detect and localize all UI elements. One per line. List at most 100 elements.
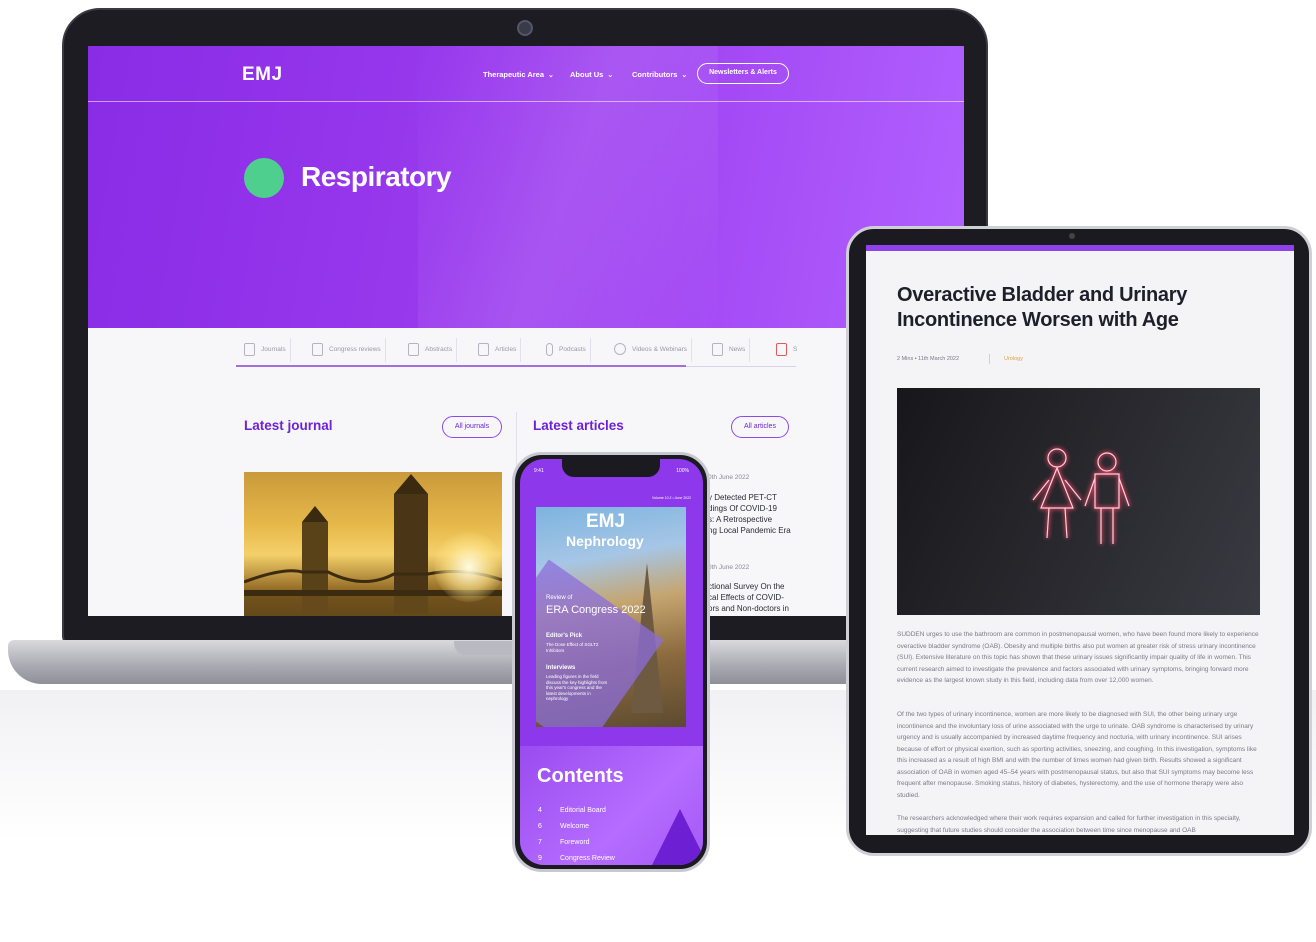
tab-divider (456, 338, 458, 362)
tab-divider (384, 338, 386, 362)
tab-divider (520, 338, 522, 362)
tab-divider (289, 338, 291, 362)
article-paragraph-2: Of the two types of urinary incontinence… (897, 711, 1257, 799)
content-tabs: Journals Congress reviews Abstracts Arti… (236, 334, 797, 366)
nav-contributors[interactable]: Contributors ⌄ (632, 70, 687, 79)
pdf-icon (776, 342, 787, 356)
scales-icon (312, 342, 323, 356)
latest-articles-heading: Latest articles (533, 418, 624, 433)
article-title-line: ctional Survey On the (708, 582, 785, 591)
article-meta: 2 Mins • 11th March 2022 (897, 356, 960, 362)
article-hero-image (897, 388, 1260, 615)
tab-label: Videos & Webinars (632, 345, 688, 353)
article-title-line: cal Effects of COVID- (708, 593, 784, 602)
chevron-down-icon: ⌄ (548, 72, 554, 79)
sun-glow (434, 532, 502, 602)
nav-about-us[interactable]: About Us ⌄ (570, 70, 613, 79)
nav-label: About Us (570, 70, 604, 79)
nav-therapeutic-area[interactable]: Therapeutic Area ⌄ (483, 70, 554, 79)
tab-news[interactable]: News (712, 334, 751, 364)
interviews-text: Leading figures in the field discuss the… (546, 674, 608, 701)
cover-logo: EMJ (586, 511, 626, 532)
tab-videos-webinars[interactable]: Videos & Webinars (614, 334, 693, 364)
latest-journal-heading: Latest journal (244, 418, 333, 433)
toc-page-number: 9 (538, 855, 542, 862)
tab-label: Journals (261, 345, 286, 353)
interviews-heading: Interviews (546, 665, 576, 671)
contents-heading: Contents (537, 765, 624, 787)
tablet-screen: Overactive Bladder and Urinary Incontine… (866, 245, 1294, 835)
tab-label: S (793, 345, 798, 353)
page-title: Respiratory (301, 161, 452, 192)
emj-logo[interactable]: EMJ (242, 64, 283, 86)
editors-pick-heading: Editor's Pick (546, 633, 583, 639)
journal-cover[interactable]: EMJ Nephrology Review of ERA Congress 20… (536, 507, 686, 727)
all-journals-button[interactable]: All journals (442, 416, 502, 438)
topic-color-dot (244, 158, 284, 198)
microphone-icon (546, 342, 553, 356)
article-icon (478, 342, 489, 356)
tab-label: Congress reviews (329, 345, 381, 353)
newsletters-alerts-button[interactable]: Newsletters & Alerts (697, 63, 789, 84)
tablet-camera (1069, 233, 1075, 239)
laptop-camera (517, 20, 533, 36)
meta-divider (989, 354, 990, 364)
article-title-line: ng Local Pandemic Era (708, 526, 791, 535)
article-date: 0th June 2022 (708, 474, 750, 481)
tab-podcasts[interactable]: Podcasts (546, 334, 591, 364)
status-battery: 100% (676, 468, 689, 474)
neon-restroom-sign-illustration (1031, 447, 1131, 544)
article-title: Overactive Bladder and Urinary Incontine… (897, 284, 1188, 331)
nav-label: Contributors (632, 70, 678, 79)
toc-item-welcome[interactable]: Welcome (560, 823, 589, 830)
toc-item-editorial-board[interactable]: Editorial Board (560, 807, 606, 814)
tab-label: Abstracts (425, 345, 453, 353)
article-category-tag[interactable]: Urology (1004, 356, 1023, 362)
article-title-1[interactable]: y Detected PET-CT dings Of COVID-19 s: A… (708, 492, 791, 536)
tab-divider (589, 338, 591, 362)
toc-item-congress-review[interactable]: Congress Review (560, 855, 615, 862)
chevron-down-icon: ⌄ (607, 72, 614, 79)
contents-decoration (650, 809, 703, 865)
toc-page-number: 4 (538, 807, 542, 814)
status-time: 9:41 (534, 468, 544, 474)
journal-icon (244, 342, 255, 356)
journal-cover-image[interactable] (244, 472, 502, 616)
nav-divider (88, 101, 964, 102)
tablet-top-bar (866, 245, 1294, 251)
nav-label: Therapeutic Area (483, 70, 544, 79)
cover-congress-name: ERA Congress 2022 (546, 604, 646, 616)
article-date: 0th June 2022 (708, 564, 750, 571)
play-icon (614, 343, 626, 355)
chevron-down-icon: ⌄ (681, 72, 688, 79)
tab-divider (691, 338, 693, 362)
tab-more[interactable]: S (776, 334, 797, 364)
tab-label: News (729, 345, 746, 353)
lightbulb-icon (408, 342, 419, 356)
tab-journals[interactable]: Journals (244, 334, 291, 364)
toc-page-number: 7 (538, 839, 542, 846)
cover-subtitle: Nephrology (566, 533, 644, 549)
tab-articles[interactable]: Articles (478, 334, 522, 364)
phone-screen: 9:41 100% Volume 10.2 • June 2022 EMJ Ne… (520, 459, 703, 865)
article-title-line: ors and Non-doctors in (708, 604, 789, 613)
all-articles-button[interactable]: All articles (731, 416, 789, 438)
article-paragraph-3: The researchers acknowledged where their… (897, 815, 1241, 834)
tab-label: Articles (495, 345, 517, 353)
hero-banner: EMJ Therapeutic Area ⌄ About Us ⌄ Contribu… (88, 46, 964, 328)
phone-notch (562, 459, 660, 477)
tab-congress-reviews[interactable]: Congress reviews (312, 334, 386, 364)
tab-divider (749, 338, 751, 362)
cover-volume-meta: Volume 10.2 • June 2022 (652, 496, 691, 500)
toc-item-foreword[interactable]: Foreword (560, 839, 590, 846)
tabbar-active-indicator (236, 365, 686, 367)
editors-pick-text: The Dose Effect of SGLT2 Inhibitors (546, 642, 599, 653)
tab-abstracts[interactable]: Abstracts (408, 334, 458, 364)
toc-page-number: 6 (538, 823, 542, 830)
article-title-line: dings Of COVID-19 (708, 504, 777, 513)
cover-review-of: Review of (546, 595, 573, 601)
tab-label: Podcasts (559, 345, 586, 353)
article-title-2[interactable]: ctional Survey On the cal Effects of COV… (708, 581, 789, 614)
article-title-line: y Detected PET-CT (708, 493, 777, 502)
article-paragraph-1: SUDDEN urges to use the bathroom are com… (897, 631, 1259, 684)
